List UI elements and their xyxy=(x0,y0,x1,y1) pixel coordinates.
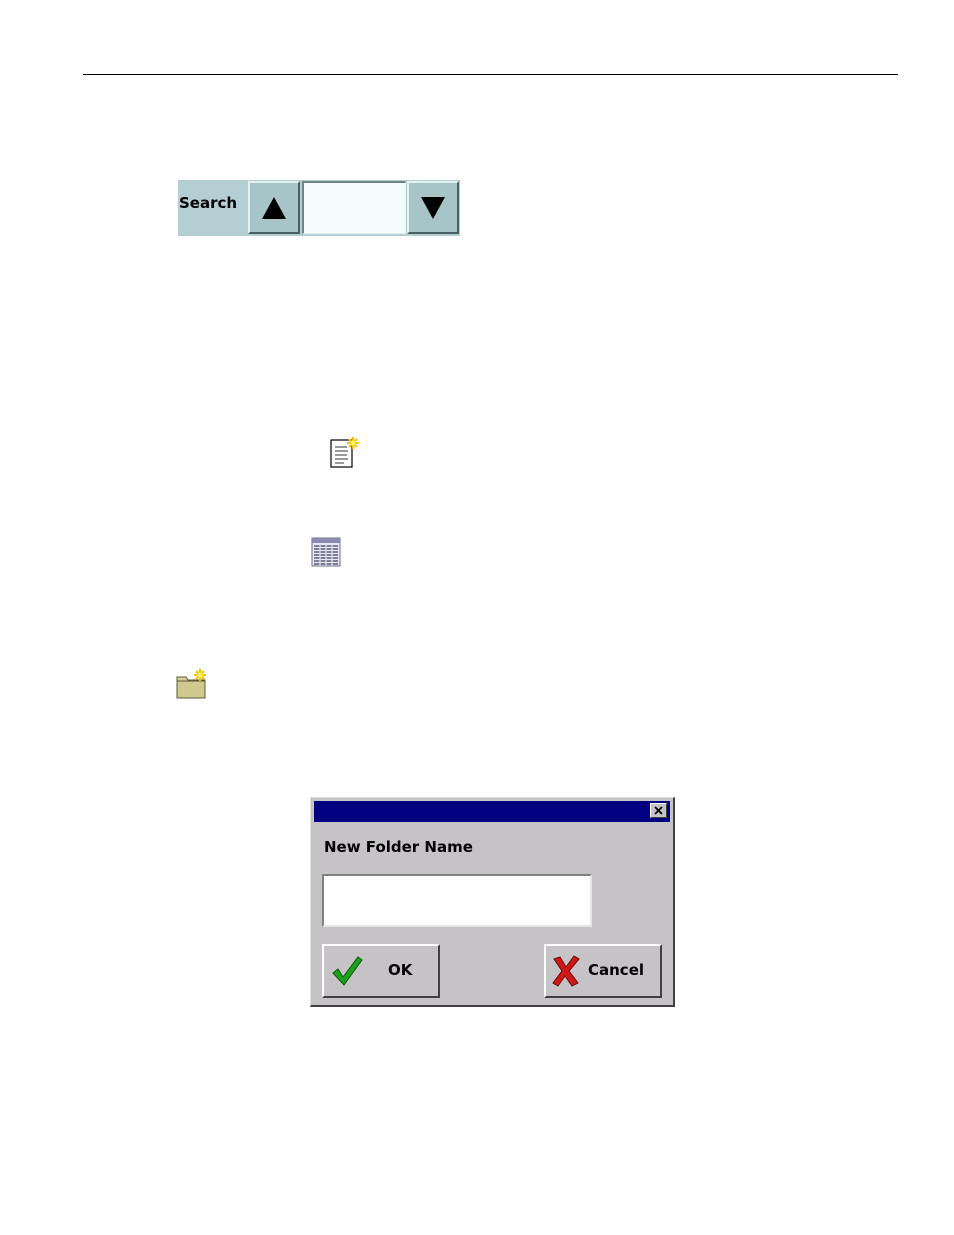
checkmark-icon xyxy=(332,956,363,986)
new-folder-icon xyxy=(176,669,206,699)
search-input[interactable] xyxy=(302,181,406,234)
folder-name-label: New Folder Name xyxy=(324,838,473,856)
folder-name-input[interactable] xyxy=(322,874,592,927)
table-view-icon xyxy=(311,537,341,567)
cancel-button-label: Cancel xyxy=(588,961,645,979)
search-widget: Search xyxy=(178,180,460,236)
search-up-button[interactable] xyxy=(248,181,300,234)
cancel-x-icon xyxy=(552,955,580,987)
dialog-close-button[interactable] xyxy=(650,803,667,818)
search-down-button[interactable] xyxy=(407,181,459,234)
triangle-up-icon xyxy=(262,197,286,219)
new-folder-dialog: New Folder Name OK Cancel xyxy=(310,797,675,1007)
new-document-icon xyxy=(330,437,359,468)
header-rule xyxy=(83,74,898,75)
ok-button[interactable]: OK xyxy=(322,944,440,998)
close-icon xyxy=(654,806,663,815)
ok-button-label: OK xyxy=(388,961,413,979)
dialog-titlebar[interactable] xyxy=(314,801,670,822)
cancel-button[interactable]: Cancel xyxy=(544,944,662,998)
search-label: Search xyxy=(179,194,238,212)
triangle-down-icon xyxy=(421,197,445,219)
